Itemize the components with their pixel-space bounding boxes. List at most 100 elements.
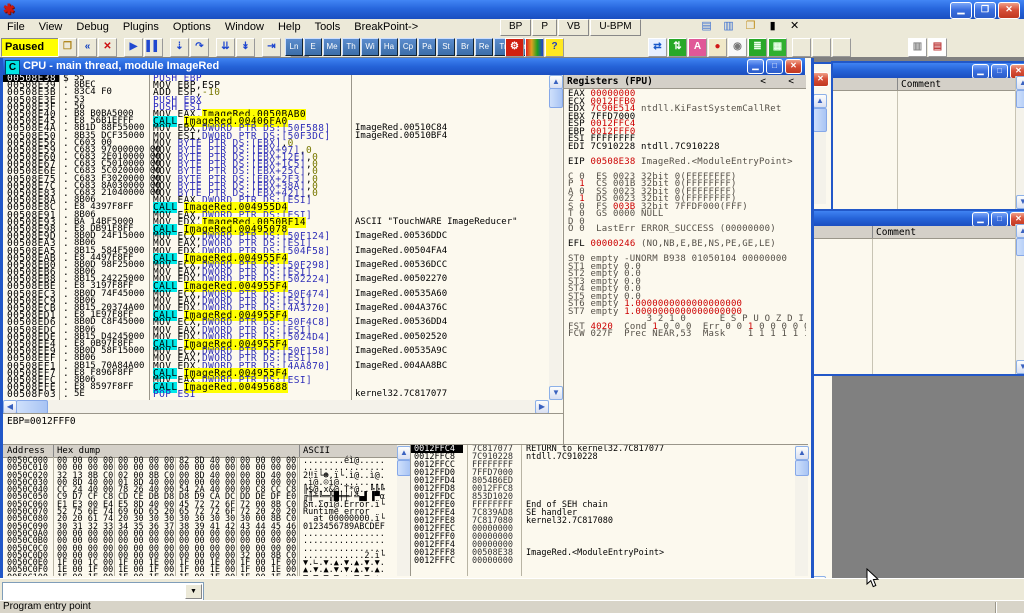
column-headers[interactable]: Comment [833,78,1024,91]
pause-icon[interactable]: ▌▌ [144,38,163,57]
empty-button[interactable] [792,38,811,57]
stack-row[interactable]: 0012FFFC00000000 [411,557,796,565]
scroll-down-button[interactable]: ▼ [549,386,563,400]
menu-item[interactable]: BreakPoint-> [347,19,425,37]
scrollbar-thumb[interactable] [16,400,48,414]
stack-row[interactable]: 0012FFD80012FFC8 [411,485,796,493]
layout-columns-icon[interactable]: ▥ [908,38,927,57]
registers-next-icon[interactable]: < [788,76,794,87]
layout-panes-icon[interactable]: ▤ [928,38,947,57]
menu-item[interactable]: File [0,19,32,37]
register-line[interactable]: EIP 00508E38 ImageRed.<ModuleEntryPoint> [564,159,806,167]
scroll-up-button[interactable]: ▲ [1016,76,1024,90]
menu-item[interactable]: View [32,19,70,37]
appearance-icon[interactable] [525,38,544,57]
scrollbar-thumb[interactable] [795,460,809,476]
swap-icon[interactable]: ⇄ [648,38,667,57]
options-gear-icon[interactable]: ⚙ [505,38,524,57]
menu-item[interactable]: Tools [308,19,348,37]
bp-toolbar-button[interactable]: BP [500,19,531,36]
stack-row[interactable]: 0012FFC47C817077RETURN to kernel32.7C817… [411,445,796,453]
cpu-window[interactable]: C CPU - main thread, module ImageRed ▁ □… [0,58,814,578]
disasm-row[interactable]: 00508F03.5EPOP ESIkernel32.7C817077 [3,391,549,398]
console-icon[interactable]: ▮ [764,19,782,34]
comment-column-header[interactable]: Comment [901,79,941,90]
maximize-button[interactable]: □ [991,64,1008,79]
close-program-icon[interactable]: ✕ [98,38,117,57]
disasm-row[interactable]: 00508EFE.E8 8597F8FFCALL ImageRed.004956… [3,384,549,391]
scroll-right-button[interactable]: ▶ [535,400,549,414]
registers-prev-icon[interactable]: < [760,76,766,87]
close-button[interactable]: ✕ [785,59,802,74]
dump-address-header[interactable]: Address [7,446,45,456]
comment-column-header[interactable]: Comment [876,227,916,238]
maximize-button[interactable]: □ [991,212,1008,227]
stack-row[interactable]: 0012FFD07FFD7000 [411,469,796,477]
comment-window-1[interactable]: ▁ □ ✕ Comment ▲ ▼ [831,61,1024,211]
restart-icon[interactable]: « [78,38,97,57]
stack-vertical-scrollbar[interactable]: ▲ [795,444,808,576]
scroll-up-button[interactable]: ▲ [549,75,563,89]
scroll-up-button[interactable]: ▲ [397,446,411,460]
app-titlebar[interactable]: ✱ ▁ ❐ ✕ [0,0,1024,19]
trace-over-icon[interactable]: ↡ [236,38,255,57]
command-combo[interactable]: ▼ [2,582,204,601]
minimize-button[interactable]: ▁ [950,2,972,19]
open-file-icon[interactable]: ❐ [58,38,77,57]
stack-row[interactable]: 0012FFF000000000 [411,533,796,541]
trace-into-icon[interactable]: ⇊ [216,38,235,57]
dump-vertical-scrollbar[interactable]: ▲ [397,444,410,576]
book-icon[interactable]: ▥ [720,19,738,34]
menu-item[interactable]: Options [166,19,218,37]
scrollbar-thumb[interactable] [549,88,563,108]
pane-button-ln[interactable]: Ln [285,38,303,56]
register-line[interactable]: EFL 00000246 (NO,NB,E,BE,NS,PE,GE,LE) [564,241,806,249]
pane-button-wi[interactable]: Wi [361,38,379,56]
stack-row[interactable]: 0012FFD48054B6ED [411,477,796,485]
stack-row[interactable]: 0012FFE87C817080kernel32.7C817080 [411,517,796,525]
register-line[interactable]: FCW 027F Prec NEAR,53 Mask 1 1 1 1 1 1 [564,331,806,339]
maximize-button[interactable]: □ [766,59,783,74]
registers-pane[interactable]: Registers (FPU) < < EAX 00000000ECX 0012… [563,75,806,444]
minimize-button[interactable]: ▁ [747,59,764,74]
restore-button[interactable]: ❐ [974,2,996,19]
close-button[interactable]: ✕ [998,2,1020,19]
run-icon[interactable]: ▶ [124,38,143,57]
scrollbar[interactable]: ▲ ▼ [1015,76,1024,209]
pane-button-cp[interactable]: Cp [399,38,417,56]
stack-row[interactable]: 0012FFE0FFFFFFFFEnd of SEH chain [411,501,796,509]
disassembly-pane[interactable]: 00508E38$55PUSH EBP00508E39.8BECMOV EBP,… [3,75,549,400]
scroll-up-button[interactable]: ▲ [1016,224,1024,238]
pane-button-pa[interactable]: Pa [418,38,436,56]
scroll-down-button[interactable]: ▼ [1016,360,1024,374]
stack-pane[interactable]: 0012FFC47C817077RETURN to kernel32.7C817… [410,444,796,576]
scroll-up-button[interactable]: ▲ [795,446,809,460]
menu-item[interactable]: Help [271,19,308,37]
pane-button-ha[interactable]: Ha [380,38,398,56]
dump-ascii-header[interactable]: ASCII [303,446,330,456]
step-over-icon[interactable]: ↷ [190,38,209,57]
bp-toolbar-button[interactable]: P [532,19,557,36]
close-toolbar-icon[interactable]: ✕ [786,19,804,34]
chevron-down-icon[interactable]: ▼ [185,584,202,599]
register-line[interactable]: O 0 LastErr ERROR_SUCCESS (00000000) [564,226,806,234]
step-into-icon[interactable]: ⇣ [170,38,189,57]
window-titlebar[interactable]: ▁ □ ✕ [814,211,1024,226]
updown-icon[interactable]: ⇅ [668,38,687,57]
pane-button-me[interactable]: Me [323,38,341,56]
bp-toolbar-button[interactable]: U-BPM [590,19,640,36]
disasm-row[interactable]: 00508E3B.83C4 F0ADD ESP,-10 [3,89,549,96]
stack-row[interactable]: 0012FFF800508E38ImageRed.<ModuleEntryPoi… [411,549,796,557]
pane-button-br[interactable]: Br [456,38,474,56]
pane-button-st[interactable]: St [437,38,455,56]
scroll-down-button[interactable]: ▼ [1016,195,1024,209]
bp-toolbar-button[interactable]: VB [558,19,589,36]
disasm-address[interactable]: 00508F03 [7,391,59,398]
breakpoint-ball-icon[interactable]: ● [708,38,727,57]
cpu-window-titlebar[interactable]: C CPU - main thread, module ImageRed ▁ □… [3,58,805,75]
stack-row[interactable]: 0012FFC87C910228ntdll.7C910228 [411,453,796,461]
spiral-icon[interactable]: ◉ [728,38,747,57]
scroll-left-button[interactable]: ◀ [3,400,17,414]
ascii-a-icon[interactable]: A [688,38,707,57]
scrollbar-thumb[interactable] [1016,90,1024,108]
